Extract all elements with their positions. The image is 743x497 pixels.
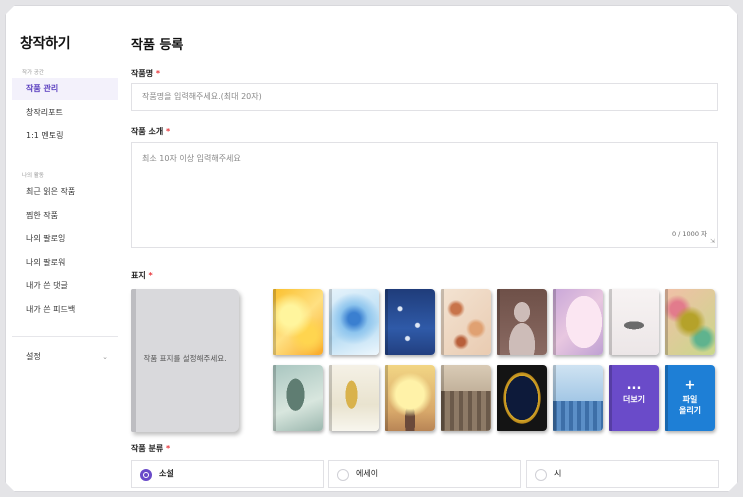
sidebar-item-recent-read[interactable]: 최근 읽은 작품 — [12, 181, 118, 203]
category-field-label: 작품 분류 * — [131, 444, 171, 453]
cover-thumb-tree-moon[interactable] — [385, 365, 435, 431]
required-mark: * — [148, 271, 153, 280]
cover-thumb-pink-profile[interactable] — [553, 289, 603, 355]
app-window: 창작하기 작가 공간 작품 관리 창작리포트 1:1 멘토링 나의 활동 최근 … — [5, 5, 738, 492]
category-option-label: 에세이 — [356, 469, 379, 478]
char-counter: 0 / 1000 자 — [671, 230, 707, 238]
sidebar-item-favorites[interactable]: 찜한 작품 — [12, 205, 118, 227]
sidebar: 창작하기 작가 공간 작품 관리 창작리포트 1:1 멘토링 나의 활동 최근 … — [6, 6, 120, 491]
upload-cover-label: 파일 올리기 — [678, 395, 702, 415]
corner-decoration — [728, 5, 738, 15]
intro-textarea[interactable]: 최소 10자 이상 입력해주세요 0 / 1000 자 ⇲ — [131, 142, 718, 248]
upload-cover-button[interactable]: + 파일 올리기 — [665, 365, 715, 431]
page-title: 작품 등록 — [131, 38, 184, 53]
main-content: 작품 등록 작품명 * 작품명을 입력해주세요.(최대 20자) 작품 소개 *… — [131, 6, 731, 491]
category-option-label: 소설 — [159, 469, 174, 478]
cover-thumb-night-birds[interactable] — [385, 289, 435, 355]
cover-thumb-white-bird[interactable] — [609, 289, 659, 355]
cover-thumb-autumn-leaves[interactable] — [441, 289, 491, 355]
category-option-essay[interactable]: 에세이 — [328, 460, 521, 488]
required-mark: * — [155, 69, 161, 78]
more-covers-label: 더보기 — [622, 395, 646, 404]
radio-unselected-icon — [337, 469, 349, 481]
cover-preview-text: 작품 표지를 설정해주세요. — [143, 354, 227, 363]
cover-thumb-city-skyline[interactable] — [553, 365, 603, 431]
ellipsis-icon: ... — [626, 378, 642, 393]
sidebar-item-followers[interactable]: 나의 팔로워 — [12, 252, 118, 274]
sidebar-section-workspace: 작가 공간 — [22, 70, 44, 76]
intro-placeholder: 최소 10자 이상 입력해주세요 — [142, 154, 241, 163]
category-option-novel[interactable]: 소설 — [131, 460, 324, 488]
cover-preview[interactable]: 작품 표지를 설정해주세요. — [131, 289, 239, 432]
more-covers-button[interactable]: ... 더보기 — [609, 365, 659, 431]
required-mark: * — [166, 444, 171, 453]
cover-thumb-walking-girl[interactable] — [329, 365, 379, 431]
plus-icon: + — [684, 378, 696, 393]
cover-thumb-yellow-flowers[interactable] — [273, 289, 323, 355]
required-mark: * — [166, 127, 171, 136]
sidebar-item-my-feedback[interactable]: 내가 쓴 피드백 — [12, 299, 118, 321]
cover-thumb-colorful-splash[interactable] — [665, 289, 715, 355]
sidebar-item-mentoring[interactable]: 1:1 멘토링 — [12, 125, 118, 147]
radio-unselected-icon — [535, 469, 547, 481]
resize-handle-icon[interactable]: ⇲ — [710, 238, 715, 245]
category-option-poem[interactable]: 시 — [526, 460, 719, 488]
category-option-label: 시 — [554, 469, 562, 478]
sidebar-item-my-comments[interactable]: 내가 쓴 댓글 — [12, 275, 118, 297]
cover-thumb-golden-frame[interactable] — [497, 365, 547, 431]
sidebar-settings-label: 설정 — [26, 352, 41, 361]
corner-decoration — [5, 5, 15, 15]
intro-field-label: 작품 소개 * — [131, 127, 171, 136]
cover-thumb-silhouette[interactable] — [497, 289, 547, 355]
sidebar-item-following[interactable]: 나의 팔로잉 — [12, 228, 118, 250]
cover-field-label: 표지 * — [131, 271, 153, 280]
sidebar-divider — [12, 336, 118, 337]
cover-thumb-running-figure[interactable] — [273, 365, 323, 431]
title-field-label: 작품명 * — [131, 69, 161, 78]
sidebar-title: 창작하기 — [20, 36, 71, 52]
corner-decoration — [728, 482, 738, 492]
chevron-down-icon: ⌄ — [102, 353, 108, 361]
sidebar-item-settings[interactable]: 설정 ⌄ — [12, 348, 118, 366]
radio-selected-icon — [140, 469, 152, 481]
category-radio-group: 소설 에세이 시 — [131, 460, 719, 488]
cover-thumb-castle[interactable] — [441, 365, 491, 431]
sidebar-section-activity: 나의 활동 — [22, 173, 44, 179]
corner-decoration — [5, 482, 15, 492]
sidebar-item-work-manage[interactable]: 작품 관리 — [12, 78, 118, 100]
title-input[interactable]: 작품명을 입력해주세요.(최대 20자) — [131, 83, 718, 111]
sidebar-item-creative-report[interactable]: 창작리포트 — [12, 102, 118, 124]
cover-thumb-blue-watercolor[interactable] — [329, 289, 379, 355]
